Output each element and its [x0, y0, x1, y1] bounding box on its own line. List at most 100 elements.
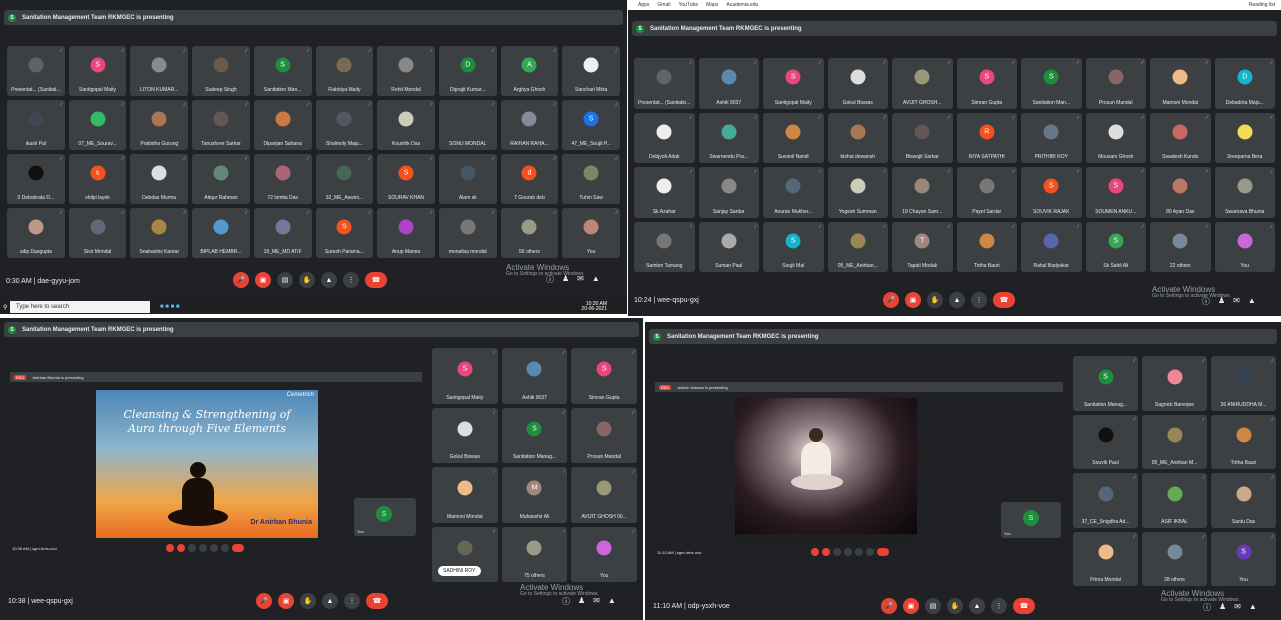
participant-tile[interactable]: ∕ AVIJIT GHOSH...	[892, 58, 953, 109]
participant-tile[interactable]: ∕ Mousam Ghosh	[1085, 112, 1146, 163]
people-icon[interactable]: ♟	[578, 596, 585, 607]
participant-tile[interactable]: ∕ 37_CE_Snigdha Ad...	[1073, 473, 1138, 528]
participant-tile[interactable]: ∕ Sanjay Sardar	[698, 167, 759, 218]
participant-tile[interactable]: ∕ S SOUMEN ANKU...	[1085, 167, 1146, 218]
participant-tile[interactable]: ∕ Suman Paul	[698, 221, 759, 272]
chat-icon[interactable]: ✉	[1234, 602, 1241, 613]
participant-tile[interactable]: ∕ 05_ME_Anirban...	[827, 221, 888, 272]
participant-tile[interactable]: ∕ Tirtha Bauri	[1211, 414, 1276, 469]
more-options-button[interactable]: ⋮	[344, 593, 360, 609]
participant-tile[interactable]: ∕ BIPLAB HEMBR...	[192, 208, 250, 258]
participant-tile[interactable]: ∕ PRITHIBI ROY	[1021, 112, 1082, 163]
participant-tile[interactable]: ∕ Snahashis Kanrar	[130, 208, 189, 258]
participant-tile[interactable]: ∕ 26 ANIRUDDHA M...	[1211, 356, 1276, 411]
participant-tile[interactable]: ∕ Swarnendu Pra...	[698, 112, 759, 163]
participant-tile[interactable]: ∕ Mamoni Mondal	[1150, 58, 1211, 109]
participant-tile[interactable]: ∕ Sanchari Mitra	[562, 46, 620, 96]
participant-tile[interactable]: ∕ S SOUVIK RAJAK	[1021, 167, 1082, 218]
activities-icon[interactable]: ▲	[592, 274, 600, 285]
mic-off-button[interactable]: 🎤	[883, 292, 899, 308]
info-icon[interactable]: ⓘ	[562, 596, 570, 607]
participant-tile[interactable]: ∕ Rahul Badyakar	[1021, 221, 1082, 272]
participant-tile[interactable]: ∕ 32_ME_Aswini...	[315, 154, 374, 204]
participant-tile[interactable]: ∕ Prosun Mandal	[1085, 58, 1146, 109]
participant-tile[interactable]: ∕ Gokul Biswas	[432, 407, 498, 463]
raise-hand-button[interactable]: ✋	[927, 292, 943, 308]
bookmark-item[interactable]: Gmail	[657, 2, 670, 8]
activities-icon[interactable]: ▲	[1249, 602, 1257, 613]
info-icon[interactable]: ⓘ	[1202, 296, 1210, 307]
participant-tile[interactable]: ∕ Tuhin Saw	[562, 154, 620, 204]
present-button[interactable]: ▲	[322, 593, 338, 609]
end-call-button[interactable]: ☎	[366, 593, 388, 609]
camera-off-button[interactable]: ▣	[905, 292, 921, 308]
participant-tile[interactable]: ∕ bishal dewansh	[827, 112, 888, 163]
participant-tile[interactable]: ∕ Sisir Mondal	[68, 208, 127, 258]
more-options-button[interactable]: ⋮	[971, 292, 987, 308]
participant-tile[interactable]: ∕ S SOURAV KHAN	[377, 154, 435, 204]
more-options-button[interactable]: ⋮	[343, 272, 359, 288]
participant-tile[interactable]: ∕ 22 others	[1150, 221, 1211, 272]
participant-tile[interactable]: ∕ AVIJIT GHOSH 00...	[571, 467, 637, 523]
people-icon[interactable]: ♟	[562, 274, 569, 285]
participant-tile[interactable]: ∕ Ashik 9037	[698, 58, 759, 109]
participant-tile[interactable]: ∕ udip Dasgupta	[7, 208, 65, 258]
participant-tile[interactable]: ∕ Santu Das	[1211, 473, 1276, 528]
info-icon[interactable]: ⓘ	[546, 274, 554, 285]
participant-tile[interactable]: ∕ Presentat... (Sanitatio...	[634, 58, 695, 109]
participant-tile[interactable]: ∕ S Simran Gupta	[956, 58, 1017, 109]
participant-tile[interactable]: ∕ 56 others	[500, 208, 559, 258]
participant-tile[interactable]: ∕ Yogesh Summan	[827, 167, 888, 218]
activities-icon[interactable]: ▲	[1248, 296, 1256, 307]
mic-off-button[interactable]: 🎤	[256, 593, 272, 609]
participant-tile[interactable]: ∕ S Santigopal Maity	[68, 46, 127, 96]
reading-list[interactable]: Reading list	[1249, 2, 1275, 8]
participant-tile[interactable]: ∕ Anuran Mukher...	[763, 167, 824, 218]
participant-tile[interactable]: ∕ 05_ME_Anirban M...	[1142, 414, 1207, 469]
participant-tile[interactable]: ∕ ASIF IKBAL	[1142, 473, 1207, 528]
people-icon[interactable]: ♟	[1219, 602, 1226, 613]
participant-tile[interactable]: ∕ Sagnick Banerjee	[1142, 356, 1207, 411]
participant-tile[interactable]: ∕ SONU MONDAL	[438, 100, 497, 150]
participant-tile[interactable]: ∕ Prima Mondal	[1073, 531, 1138, 586]
participant-tile[interactable]: ∕ Koushik Das	[377, 100, 435, 150]
participant-tile[interactable]: ∕ S Sanitation Manag...	[501, 407, 568, 463]
participant-tile[interactable]: ∕ Anup Manna	[377, 208, 435, 258]
participant-tile[interactable]: ∕ Alam sk	[438, 154, 497, 204]
participant-tile[interactable]: ∕ Payel Sardar	[956, 167, 1017, 218]
participant-tile[interactable]: ∕ S Sanitation Man...	[253, 46, 312, 96]
bookmark-item[interactable]: Academia.edu	[726, 2, 758, 8]
mic-off-button[interactable]: 🎤	[233, 272, 249, 288]
end-call-button[interactable]: ☎	[993, 292, 1015, 308]
participant-tile[interactable]: ∕ Shalmoly Maju...	[315, 100, 374, 150]
participant-tile[interactable]: ∕ 0 Debabrata D...	[7, 154, 65, 204]
participant-tile[interactable]: ∕ Swadesh Kundu	[1150, 112, 1211, 163]
participant-tile[interactable]: ∕ S 47_ME_Soujit P...	[562, 100, 620, 150]
participant-tile[interactable]: ∕ S Sanitation Man...	[1021, 58, 1082, 109]
taskbar-apps-icon[interactable]: ■ ■ ■ ■	[160, 304, 180, 310]
search-icon[interactable]: ⚲	[0, 304, 10, 311]
participant-tile[interactable]: ∕ Samten Tamang	[634, 221, 695, 272]
participant-tile[interactable]: ∕ T Tapati Modak	[892, 221, 953, 272]
participant-tile[interactable]: ∕ s shilpi layek	[68, 154, 127, 204]
participant-tile[interactable]: ∕ Prosun Mandal	[571, 407, 637, 463]
participant-tile[interactable]: ∕ 80 Ayan Das	[1150, 167, 1211, 218]
participant-tile[interactable]: ∕ 19 Chayan Sam...	[892, 167, 953, 218]
participant-tile[interactable]: ∕ d 7 Gourab deb	[500, 154, 559, 204]
participant-tile[interactable]: ∕ S Suresh Parama...	[315, 208, 374, 258]
raise-hand-button[interactable]: ✋	[299, 272, 315, 288]
participant-tile[interactable]: ∕ R RIYA SATPATHI	[956, 112, 1017, 163]
participant-tile[interactable]: ∕ monalisa mondal	[438, 208, 497, 258]
chat-icon[interactable]: ✉	[1233, 296, 1240, 307]
participant-tile[interactable]: ∕ Sreeparna Bera	[1214, 112, 1275, 163]
raise-hand-button[interactable]: ✋	[947, 598, 963, 614]
participant-tile[interactable]: ∕ S Soujit Mal	[763, 221, 824, 272]
chat-icon[interactable]: ✉	[593, 596, 600, 607]
participant-tile[interactable]: ∕ You	[1214, 221, 1275, 272]
participant-tile[interactable]: ∕ Pratistha Gurung	[130, 100, 189, 150]
participant-tile[interactable]: ∕ LITON KUMAR...	[130, 46, 189, 96]
participant-tile[interactable]: ∕ Biswajit Sarkar	[892, 112, 953, 163]
chat-icon[interactable]: ✉	[577, 274, 584, 285]
captions-button[interactable]: ▤	[277, 272, 293, 288]
participant-tile[interactable]: ∕ Debdas Murmu	[130, 154, 189, 204]
